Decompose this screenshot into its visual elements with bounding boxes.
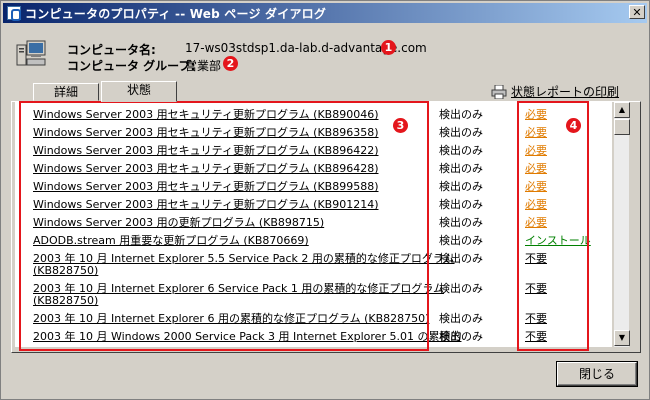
title-close-button[interactable]: ✕	[629, 5, 645, 19]
update-mode: 検出のみ	[439, 234, 483, 247]
close-button[interactable]: 閉じる	[557, 362, 637, 386]
update-mode: 検出のみ	[439, 126, 483, 139]
printer-icon	[491, 84, 507, 99]
update-mode: 検出のみ	[439, 282, 483, 295]
update-mode: 検出のみ	[439, 252, 483, 265]
annotation-badge-2: 2	[223, 56, 238, 71]
annotation-badge-4: 4	[566, 118, 581, 133]
update-mode: 検出のみ	[439, 216, 483, 229]
print-report-label: 状態レポートの印刷	[511, 85, 620, 99]
ie-icon	[7, 6, 21, 21]
scroll-thumb[interactable]	[614, 119, 630, 135]
update-mode: 検出のみ	[439, 108, 483, 121]
update-mode: 検出のみ	[439, 312, 483, 325]
print-report-link[interactable]: 状態レポートの印刷	[491, 83, 619, 100]
computer-icon	[16, 40, 46, 66]
scroll-up-icon[interactable]: ▲	[614, 102, 630, 118]
update-mode: 検出のみ	[439, 180, 483, 193]
computer-group-label: コンピュータ グループ:	[67, 59, 196, 73]
computer-group-value: 営業部	[185, 59, 222, 73]
tab-status[interactable]: 状態	[101, 81, 177, 102]
update-mode: 検出のみ	[439, 162, 483, 175]
update-mode: 検出のみ	[439, 144, 483, 157]
annotation-box-status	[517, 101, 589, 351]
vertical-scrollbar[interactable]: ▲ ▼	[613, 102, 630, 347]
dialog-window: コンピュータのプロパティ -- Web ページ ダイアログ ✕ コンピュータ名:…	[0, 0, 650, 400]
update-mode: 検出のみ	[439, 198, 483, 211]
computer-name-label: コンピュータ名:	[67, 43, 156, 57]
scroll-down-icon[interactable]: ▼	[614, 330, 630, 346]
tab-details[interactable]: 詳細	[33, 83, 99, 101]
window-title: コンピュータのプロパティ -- Web ページ ダイアログ	[25, 6, 327, 21]
title-bar: コンピュータのプロパティ -- Web ページ ダイアログ ✕	[3, 3, 647, 23]
annotation-badge-3: 3	[393, 118, 408, 133]
update-mode: 検出のみ	[439, 330, 483, 343]
annotation-badge-1: 1	[381, 40, 396, 55]
annotation-box-updates	[19, 101, 429, 351]
